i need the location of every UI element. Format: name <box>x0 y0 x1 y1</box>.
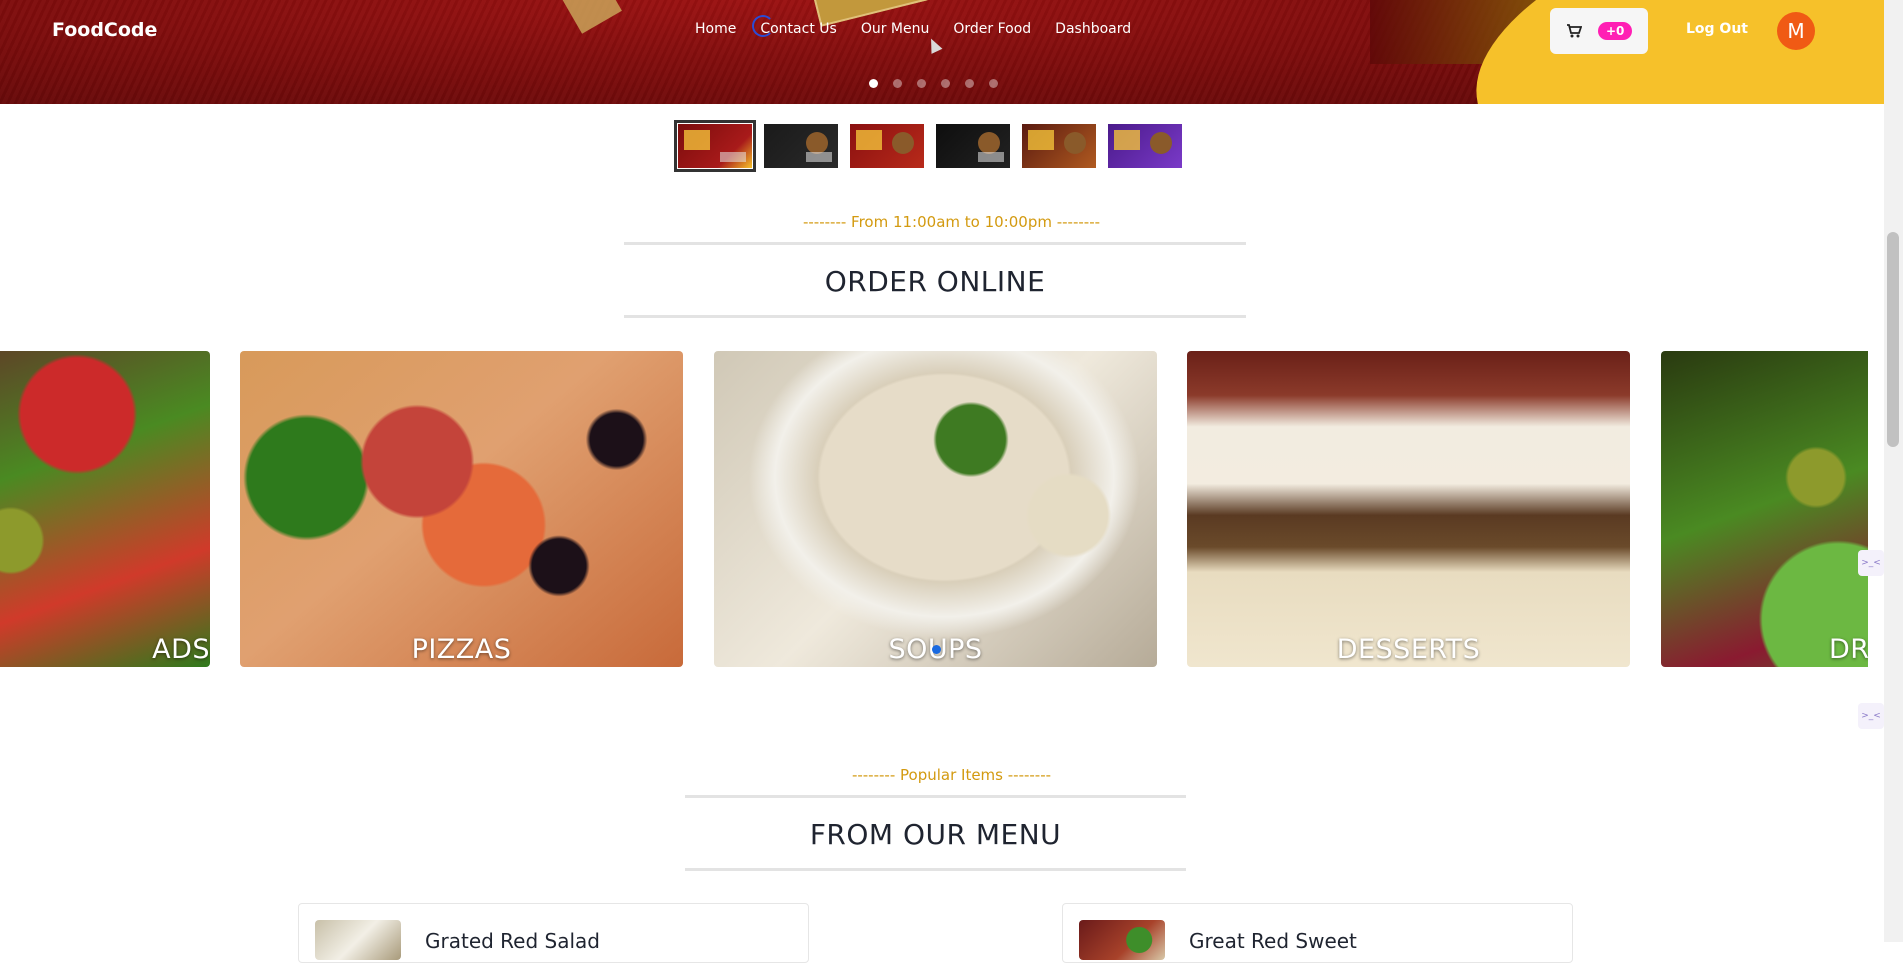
order-hours-eyebrow: -------- From 11:00am to 10:00pm -------… <box>802 213 1101 231</box>
carousel-dot[interactable] <box>893 79 902 88</box>
thumbnail-art <box>1028 130 1054 150</box>
carousel-dot[interactable] <box>965 79 974 88</box>
nav-dashboard[interactable]: Dashboard <box>1055 21 1131 37</box>
order-heading-box: ORDER ONLINE <box>624 242 1246 318</box>
thumbnail[interactable] <box>1022 124 1096 168</box>
category-label-text: ADS <box>152 634 210 665</box>
category-card-salads[interactable]: ADS <box>0 351 210 667</box>
thumbnail-art <box>684 130 710 150</box>
category-card-dressing[interactable]: DR <box>1661 351 1868 667</box>
thumbnail-art <box>806 132 828 154</box>
category-card-desserts[interactable]: DESSERTS <box>1187 351 1630 667</box>
thumbnail[interactable] <box>764 124 838 168</box>
thumbnail-art <box>1150 132 1172 154</box>
brand-logo[interactable]: FoodCode <box>52 19 157 41</box>
thumbnail-art <box>1114 130 1140 150</box>
page-scrollbar[interactable] <box>1884 0 1903 942</box>
cart-button[interactable]: +0 <box>1550 8 1648 54</box>
mouse-cursor-icon <box>925 36 943 54</box>
menu-item-card[interactable]: Grated Red Salad <box>298 903 809 963</box>
carousel-thumbnails <box>674 120 1182 172</box>
thumbnail-art <box>856 130 882 150</box>
loading-spinner-icon <box>752 15 774 37</box>
scrollbar-thumb[interactable] <box>1887 232 1899 447</box>
menu-item-title: Grated Red Salad <box>425 929 600 953</box>
devtools-icon[interactable]: >_< <box>1858 703 1884 729</box>
thumbnail-art <box>720 152 746 162</box>
thumbnail[interactable] <box>1108 124 1182 168</box>
category-card-pizzas[interactable]: PIZZAS <box>240 351 683 667</box>
menu-item-card[interactable]: Great Red Sweet <box>1062 903 1573 963</box>
carousel-dots <box>869 79 998 88</box>
cart-count-badge: +0 <box>1598 22 1633 40</box>
category-label: ADS <box>0 634 210 665</box>
category-card-soups[interactable]: SOUPS <box>714 351 1157 667</box>
thumbnail-art <box>1064 132 1086 154</box>
hero-banner: FoodCode Home Contact Us Our Menu Order … <box>0 0 1884 104</box>
popular-items-eyebrow: -------- Popular Items -------- <box>851 766 1052 784</box>
nav-order-food[interactable]: Order Food <box>953 21 1031 37</box>
cart-icon <box>1567 24 1582 38</box>
logout-button[interactable]: Log Out <box>1686 21 1748 37</box>
order-online-heading: ORDER ONLINE <box>824 265 1046 298</box>
carousel-dot[interactable] <box>869 79 878 88</box>
thumbnail[interactable] <box>936 124 1010 168</box>
carousel-dot[interactable] <box>989 79 998 88</box>
category-carousel: ADS PIZZAS SOUPS DESSERTS DR <box>0 351 1868 667</box>
menu-item-title: Great Red Sweet <box>1189 929 1357 953</box>
category-label: DR <box>1829 634 1868 665</box>
category-label: DESSERTS <box>1336 634 1481 665</box>
category-label: PIZZAS <box>411 634 512 665</box>
avatar[interactable]: M <box>1777 12 1815 50</box>
menu-item-image <box>315 920 401 960</box>
carousel-indicator-dot <box>932 645 941 654</box>
from-our-menu-heading: FROM OUR MENU <box>809 818 1062 851</box>
thumbnail-art <box>806 152 832 162</box>
menu-item-image <box>1079 920 1165 960</box>
nav-our-menu[interactable]: Our Menu <box>861 21 930 37</box>
thumbnail-art <box>892 132 914 154</box>
thumbnail-art <box>978 152 1004 162</box>
carousel-dot[interactable] <box>917 79 926 88</box>
devtools-icon[interactable]: >_< <box>1858 550 1884 576</box>
thumbnail[interactable] <box>674 120 756 172</box>
carousel-dot[interactable] <box>941 79 950 88</box>
thumbnail[interactable] <box>850 124 924 168</box>
nav-home[interactable]: Home <box>695 21 736 37</box>
thumbnail-art <box>978 132 1000 154</box>
navbar: FoodCode Home Contact Us Our Menu Order … <box>0 0 1884 64</box>
menu-heading-box: FROM OUR MENU <box>685 795 1186 871</box>
